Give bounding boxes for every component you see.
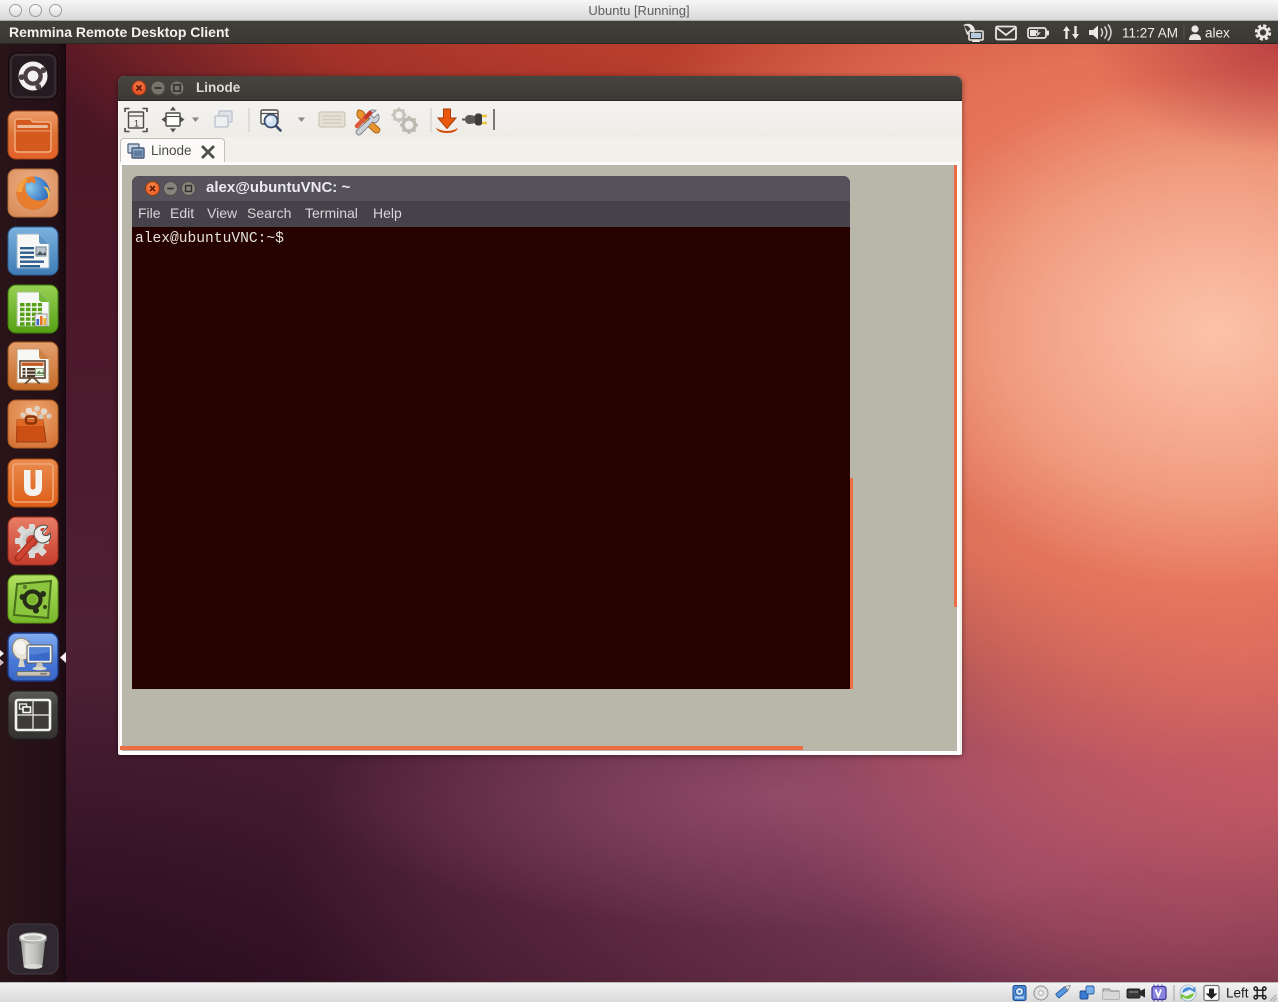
- svg-text:1: 1: [134, 119, 139, 129]
- svg-text:alex: alex: [1205, 26, 1230, 41]
- svg-text:11:27 AM: 11:27 AM: [1122, 26, 1178, 41]
- svg-text:Left: Left: [1226, 986, 1249, 1001]
